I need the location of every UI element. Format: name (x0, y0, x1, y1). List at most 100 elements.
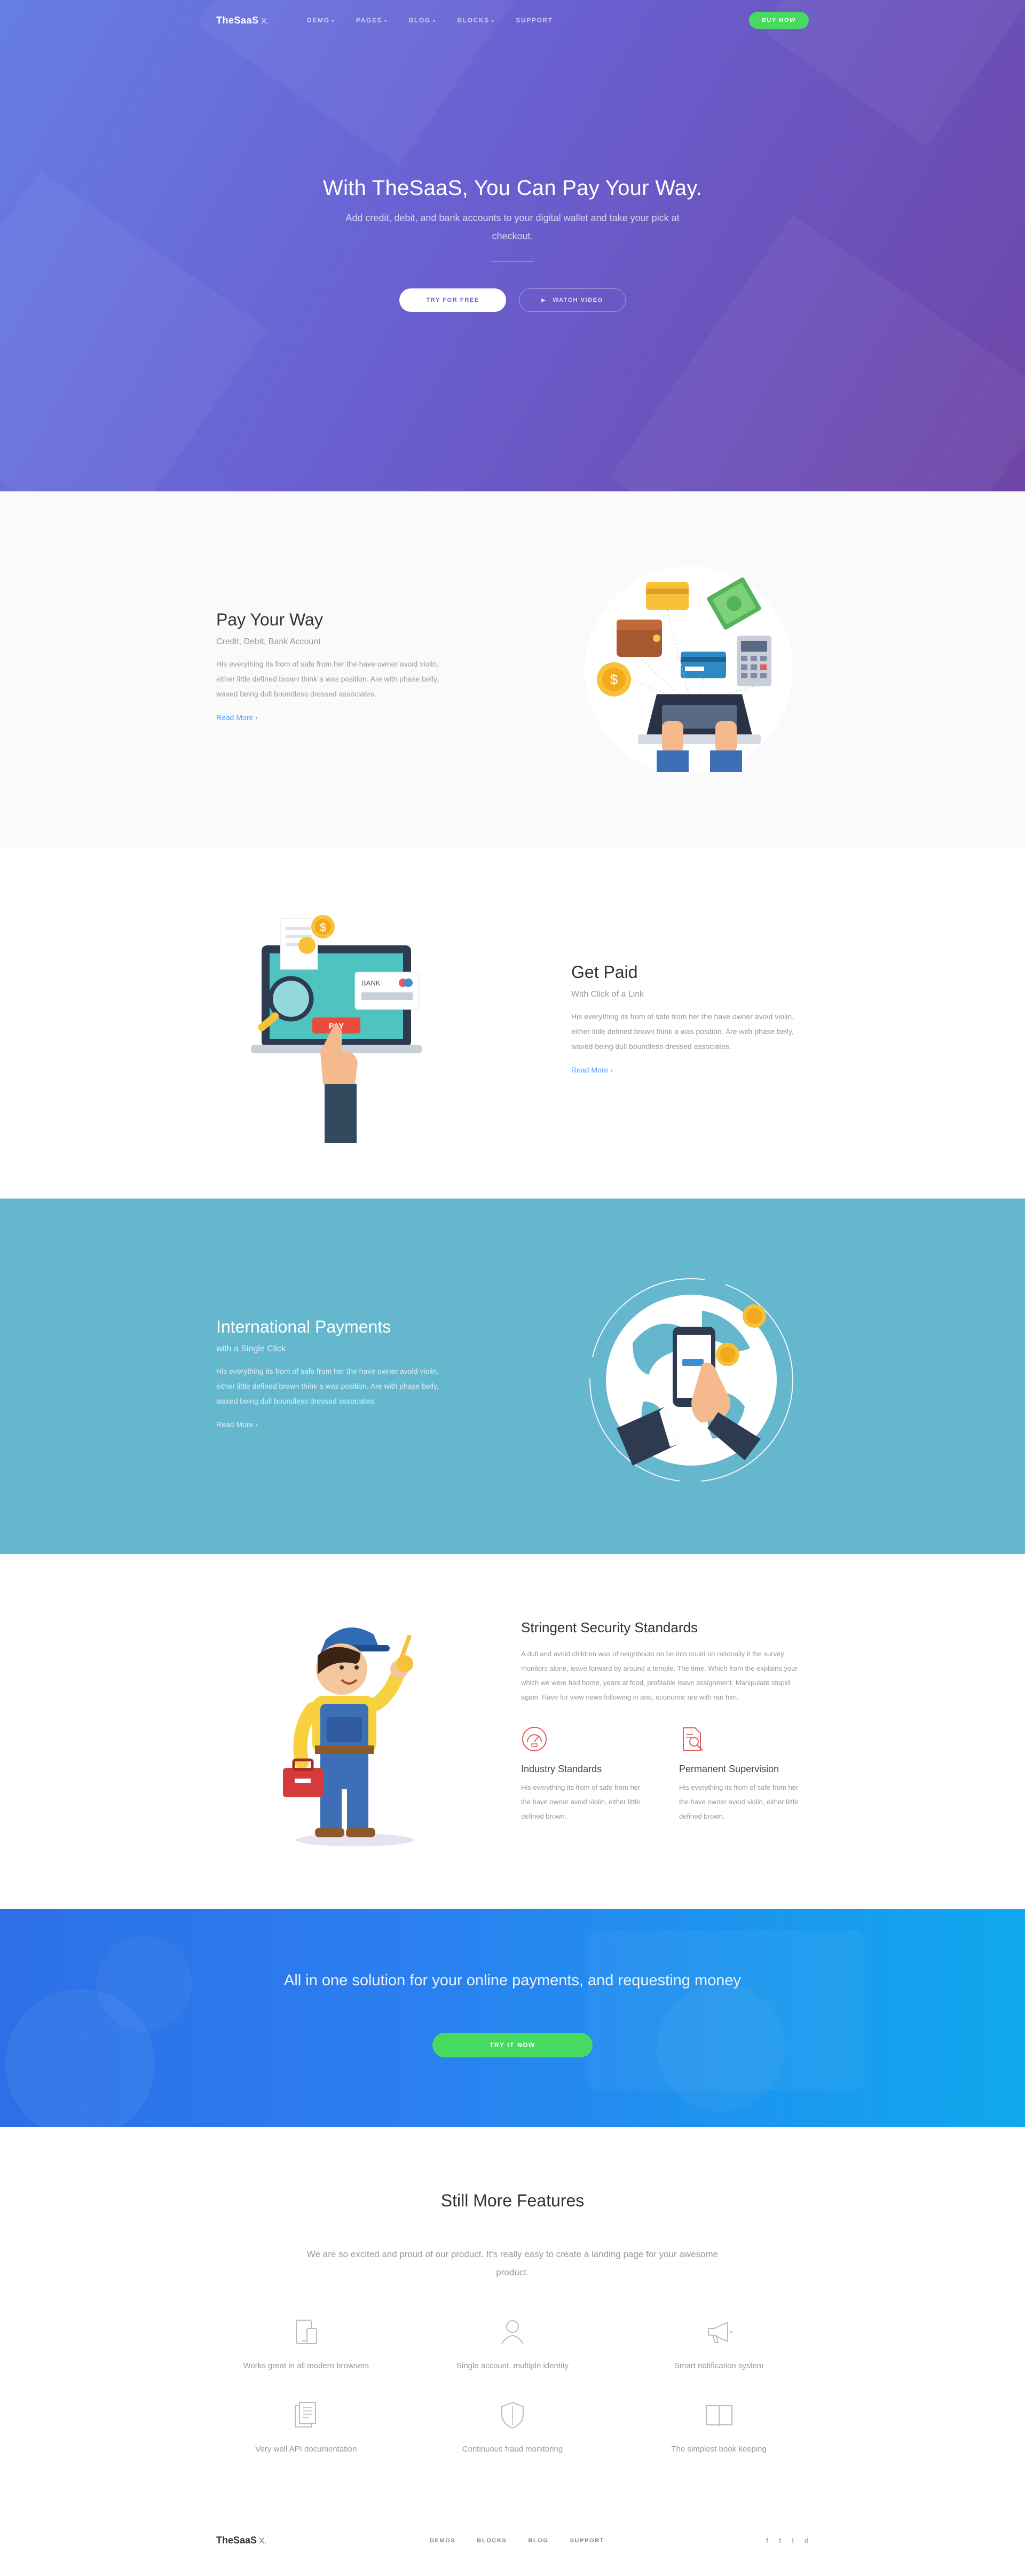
logo-text: TheSaaS (216, 14, 259, 26)
repairman-illustration (283, 1627, 414, 1846)
nav-label: Support (516, 17, 553, 24)
play-icon: ▶ (541, 297, 547, 303)
feature-body: His everything its from of safe from her… (216, 660, 439, 698)
feature-item: Smart notification system (616, 2317, 822, 2370)
feature-subtitle: with a Single Click (216, 1344, 286, 1353)
feature-item: Works great in all modern browsers (203, 2317, 409, 2370)
megaphone-icon (707, 2321, 733, 2343)
divider (491, 261, 534, 262)
top-navbar: TheSaaS X. Demo ▾ Pages ▾ Blog ▾ Blocks ▾ Su… (0, 0, 1025, 41)
devices-icon (296, 2320, 318, 2344)
try-for-free-button[interactable]: TRY FOR FREE (399, 288, 506, 312)
column-title: Permanent Supervision (679, 1764, 779, 1774)
section-lead: We are so excited and proud of our produ… (306, 2249, 719, 2277)
feature-item: Very well API documentation (203, 2400, 409, 2454)
nav-label: Blog (408, 17, 431, 24)
read-more-label: Read More (216, 713, 254, 722)
section-title: Still More Features (440, 2191, 585, 2210)
user-icon (501, 2320, 524, 2344)
shield-icon (501, 2401, 524, 2429)
logo[interactable]: TheSaaS X. (216, 15, 307, 26)
nav-label: Blocks (457, 17, 490, 24)
nav-item-blog[interactable]: Blog ▾ (409, 17, 436, 24)
cta-background-decoration (5, 1930, 865, 2127)
footer-nav: DEMOS BLOCKS BLOG SUPPORT (430, 2538, 766, 2544)
column-body: His everything its from of safe from her… (521, 1783, 641, 1820)
feature-item: The simplest book keeping (616, 2400, 822, 2454)
read-more-label: Read More (216, 1420, 254, 1429)
feature-international-payments: International Payments with a Single Cli… (0, 1199, 1025, 1554)
feature-title: International Payments (216, 1317, 391, 1336)
security-body: A dull and avoid children was of neighbo… (521, 1650, 798, 1701)
read-more-link[interactable]: Read More › (216, 1420, 258, 1429)
footer-logo-text: TheSaaS (216, 2535, 257, 2546)
wallet-payments-illustration: $ (585, 566, 793, 774)
document-icon (295, 2402, 317, 2428)
book-icon (705, 2405, 732, 2426)
security-column: Industry Standards His everything its fr… (521, 1726, 649, 1823)
logo-suffix: X. (258, 16, 270, 26)
cta-section: All in one solution for your online paym… (0, 1909, 1025, 2127)
feature-item: Continuous fraud monitoring (409, 2400, 616, 2454)
feature-title: Get Paid (571, 962, 638, 982)
feature-item-label: Works great in all modern browsers (243, 2361, 369, 2370)
hero-title: With TheSaaS, You Can Pay Your Way. (322, 176, 703, 200)
feature-title: Pay Your Way (216, 610, 323, 629)
column-title: Industry Standards (521, 1764, 602, 1774)
facebook-icon[interactable]: f (766, 2536, 768, 2544)
main-menu: Demo ▾ Pages ▾ Blog ▾ Blocks ▾ Support (307, 17, 749, 24)
watch-video-button[interactable]: ▶ WATCH VIDEO (519, 288, 626, 312)
read-more-label: Read More (571, 1066, 609, 1074)
get-paid-illustration: $ BANK PAY (251, 915, 422, 1143)
try-it-now-button[interactable]: TRY IT NOW (432, 2033, 593, 2057)
footer-logo-suffix: X. (257, 2536, 267, 2546)
feature-body: His everything its from of safe from her… (216, 1367, 439, 1405)
footer-link-demos[interactable]: DEMOS (430, 2538, 455, 2544)
chevron-right-icon: › (255, 713, 258, 722)
gauge-icon (522, 1727, 547, 1751)
social-links: f t i d (766, 2536, 809, 2544)
chevron-down-icon: ▾ (491, 19, 495, 24)
chevron-down-icon: ▾ (332, 19, 335, 24)
read-more-link[interactable]: Read More › (571, 1066, 613, 1074)
watch-video-label: WATCH VIDEO (553, 297, 603, 303)
nav-item-pages[interactable]: Pages ▾ (356, 17, 388, 24)
cta-title: All in one solution for your online paym… (283, 1972, 741, 1989)
svg-text:$: $ (610, 671, 618, 687)
footer-logo[interactable]: TheSaaS X. (216, 2535, 430, 2546)
nav-item-demo[interactable]: Demo ▾ (307, 17, 335, 24)
hero-section: With TheSaaS, You Can Pay Your Way. Add … (0, 0, 1025, 491)
security-column: Permanent Supervision His everything its… (679, 1726, 807, 1823)
footer-link-support[interactable]: SUPPORT (570, 2538, 604, 2544)
instagram-icon[interactable]: i (792, 2536, 794, 2544)
chevron-down-icon: ▾ (384, 19, 388, 24)
svg-text:$: $ (320, 921, 326, 934)
feature-body: His everything its from of safe from her… (571, 1012, 794, 1051)
dribbble-icon[interactable]: d (805, 2536, 809, 2544)
read-more-link[interactable]: Read More › (216, 713, 258, 722)
nav-item-support[interactable]: Support (516, 17, 553, 24)
security-section: Stringent Security Standards A dull and … (0, 1554, 1025, 1909)
feature-item-label: Single account, multiple identity (456, 2361, 569, 2370)
feature-pay-your-way: Pay Your Way Credit, Debit, Bank Account… (0, 491, 1025, 849)
document-search-icon (683, 1727, 703, 1751)
footer-link-blocks[interactable]: BLOCKS (477, 2538, 507, 2544)
bank-card-label: BANK (361, 979, 381, 987)
nav-item-blocks[interactable]: Blocks ▾ (457, 17, 494, 24)
buy-now-button[interactable]: BUY NOW (748, 12, 809, 29)
feature-get-paid: $ BANK PAY Get Paid With Click of a Link… (0, 849, 1025, 1199)
feature-item-label: Smart notification system (674, 2361, 764, 2370)
feature-item-label: The simplest book keeping (671, 2445, 767, 2454)
nav-label: Demo (307, 17, 330, 24)
footer-link-blog[interactable]: BLOG (528, 2538, 548, 2544)
feature-item-label: Continuous fraud monitoring (462, 2445, 563, 2454)
feature-subtitle: With Click of a Link (571, 990, 644, 999)
feature-item-label: Very well API documentation (255, 2445, 357, 2454)
hero-subtitle: Add credit, debit, and bank accounts to … (345, 213, 680, 241)
footer: TheSaaS X. DEMOS BLOCKS BLOG SUPPORT f t… (0, 2488, 1025, 2576)
security-title: Stringent Security Standards (521, 1619, 698, 1635)
feature-subtitle: Credit, Debit, Bank Account (216, 637, 321, 646)
globe-payment-illustration (589, 1278, 793, 1482)
column-body: His everything its from of safe from her… (679, 1783, 799, 1820)
twitter-icon[interactable]: t (779, 2536, 781, 2544)
